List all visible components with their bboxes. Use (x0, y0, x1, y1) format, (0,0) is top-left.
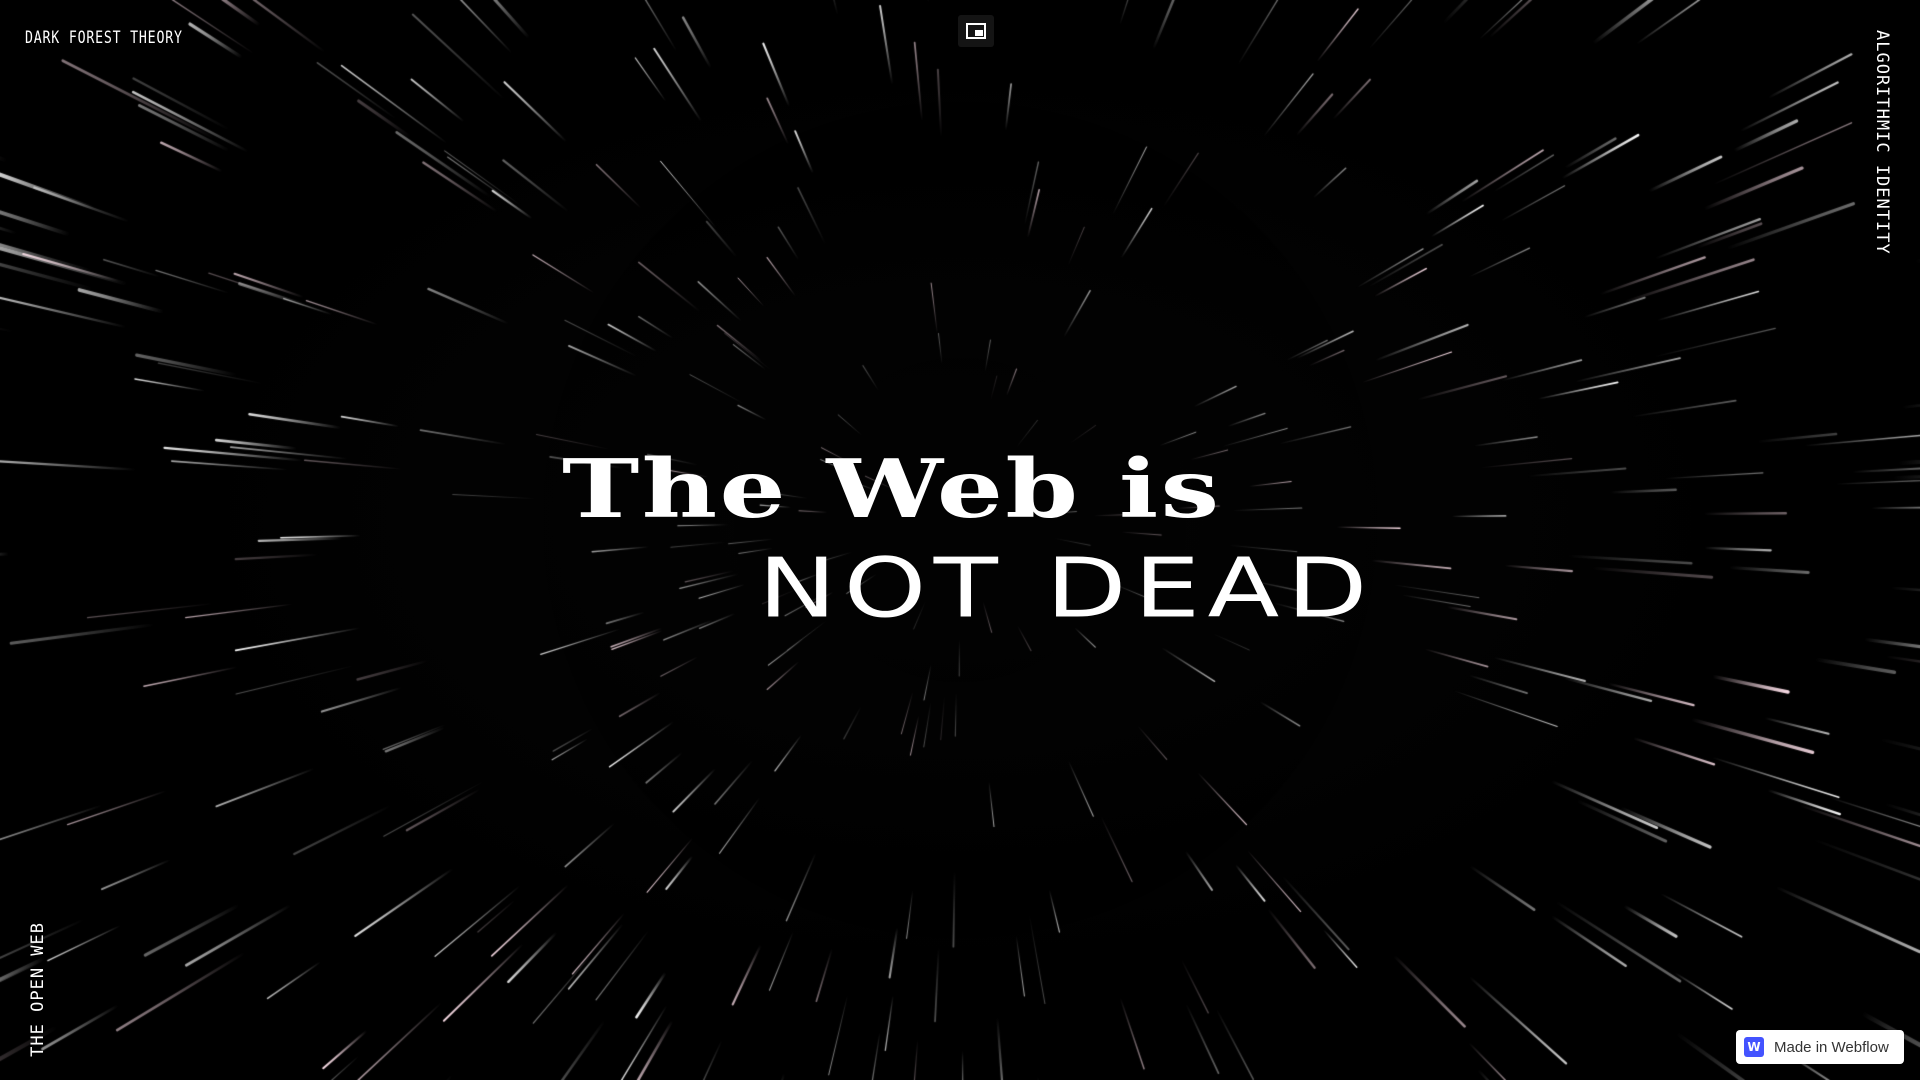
webflow-logo-icon: W (1744, 1037, 1764, 1057)
made-in-webflow-badge[interactable]: W Made in Webflow (1736, 1030, 1904, 1064)
badge-label: Made in Webflow (1774, 1038, 1889, 1056)
picture-in-picture-button[interactable] (958, 15, 994, 47)
side-label-left: THE OPEN WEB (28, 922, 48, 1057)
picture-in-picture-icon (966, 23, 986, 39)
warp-starfield-background (0, 0, 1920, 1080)
brand-logo-text[interactable]: DARK FOREST THEORY (25, 28, 183, 48)
side-label-right: ALGORITHMIC IDENTITY (1872, 30, 1892, 255)
hero-stage: DARK FOREST THEORY ALGORITHMIC IDENTITY … (0, 0, 1920, 1080)
